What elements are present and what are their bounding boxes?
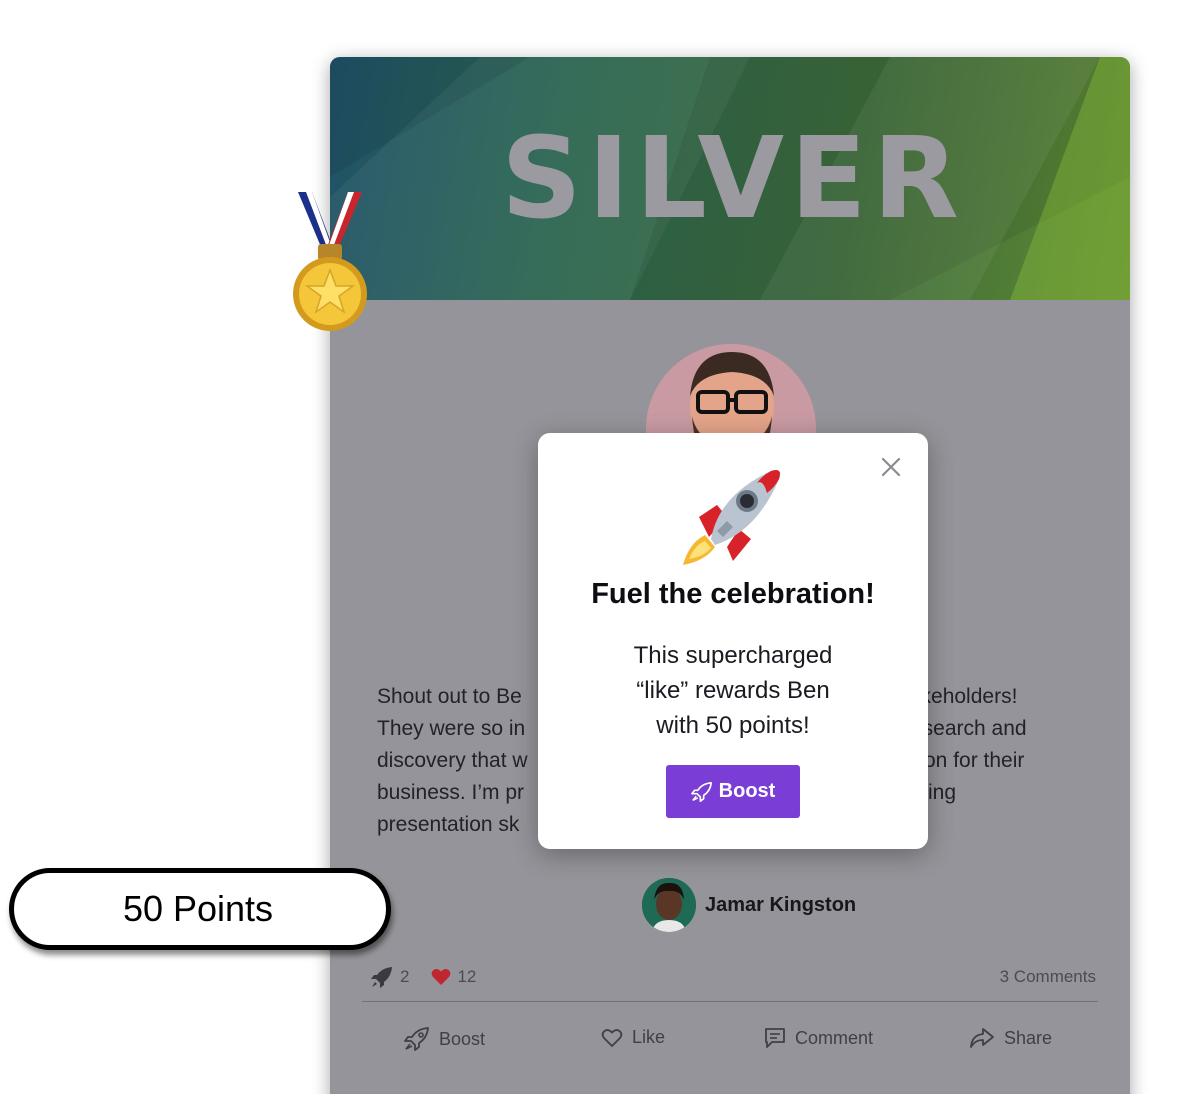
modal-title: Fuel the celebration! (591, 578, 875, 610)
post-line: Shout out to Be (377, 685, 522, 708)
post-line: They were so in (377, 717, 526, 740)
rocket-icon (371, 967, 392, 988)
heart-outline-icon (601, 1028, 623, 1047)
post-line: presentation sk (377, 813, 520, 836)
post-line: business. I’m pr (377, 781, 525, 804)
post-line-right: ing (928, 781, 957, 804)
post-stats: 2 12 3 Comments (370, 962, 1096, 992)
modal-message: This supercharged “like” rewards Ben wit… (588, 638, 878, 743)
like-count[interactable]: 12 (431, 967, 476, 987)
boost-count-value: 2 (400, 967, 410, 986)
rocket-outline-icon (404, 1027, 429, 1051)
author-name[interactable]: Jamar Kingston (705, 894, 856, 917)
boost-modal: Fuel the celebration! This supercharged … (538, 433, 928, 849)
share-action-button[interactable]: Share (969, 1027, 1052, 1049)
boost-action-button[interactable]: Boost (404, 1027, 485, 1051)
comments-count-link[interactable]: 3 Comments (1000, 967, 1096, 987)
medal-icon (293, 192, 367, 331)
like-count-value: 12 (457, 967, 477, 986)
rocket-icon (683, 470, 780, 565)
heart-icon (432, 969, 451, 985)
boost-count[interactable]: 2 (370, 966, 409, 988)
post-line-right: esearch and (911, 717, 1027, 740)
stats-divider (362, 1001, 1098, 1002)
rocket-outline-icon (690, 781, 712, 802)
card-banner: SILVER (330, 57, 1130, 300)
author-avatar[interactable] (642, 878, 696, 932)
modal-message-line: This supercharged (633, 642, 833, 669)
close-icon[interactable] (878, 454, 904, 480)
post-author[interactable]: Jamar Kingston (642, 878, 856, 932)
comment-action-button[interactable]: Comment (764, 1027, 873, 1049)
boost-button[interactable]: Boost (666, 765, 800, 818)
like-action-label: Like (632, 1027, 666, 1047)
boost-action-label: Boost (439, 1028, 486, 1049)
post-actions: Boost Like Comment Share (330, 1027, 1130, 1061)
points-badge: 50 Points (9, 868, 391, 950)
modal-message-line: with 50 points! (656, 712, 810, 739)
comment-icon (765, 1028, 785, 1048)
modal-message-line: “like” rewards Ben (636, 677, 830, 704)
share-icon (970, 1028, 994, 1048)
comment-action-label: Comment (795, 1027, 874, 1048)
like-action-button[interactable]: Like (601, 1027, 665, 1048)
banner-level-title: SILVER (501, 114, 965, 244)
boost-button-label: Boost (718, 780, 776, 802)
post-line-right: on for their (924, 749, 1025, 772)
share-action-label: Share (1004, 1027, 1053, 1048)
post-line: discovery that w (377, 749, 528, 772)
